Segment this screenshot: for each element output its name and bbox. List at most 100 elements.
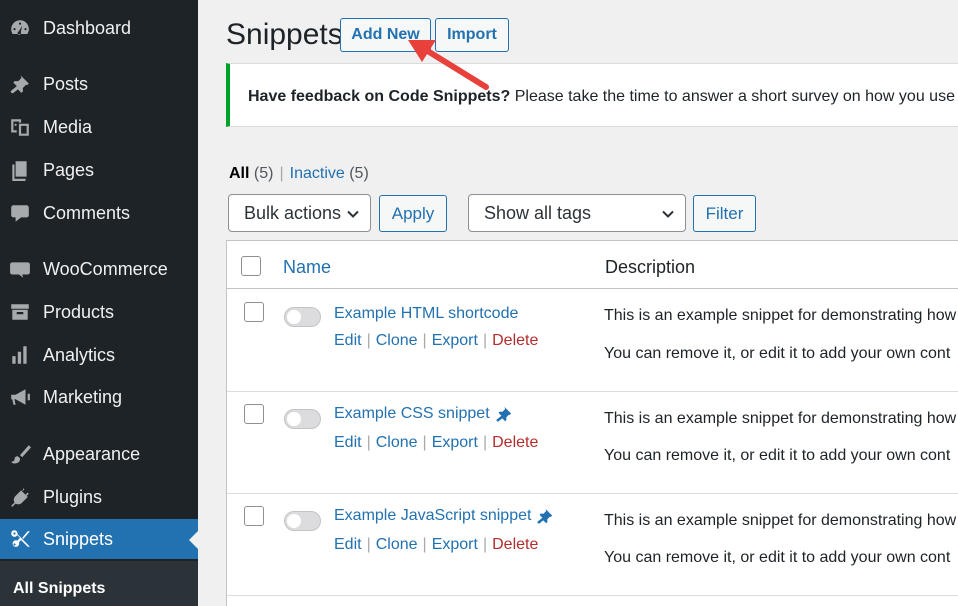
scissors-icon — [8, 527, 32, 551]
snippet-name-link[interactable]: Example CSS snippet — [334, 405, 513, 423]
description-line-1: This is an example snippet for demonstra… — [604, 307, 957, 324]
row-actions: Edit | Clone | Export | Delete — [334, 536, 538, 554]
select-all-checkbox[interactable] — [241, 256, 261, 276]
activate-toggle[interactable] — [284, 511, 321, 531]
sidebar-item-label: Products — [43, 301, 115, 322]
admin-sidebar: Dashboard Posts Media Pages Comments Woo… — [0, 0, 198, 606]
description-line-1: This is an example snippet for demonstra… — [604, 410, 957, 427]
view-all-link[interactable]: All — [229, 165, 249, 182]
table-row: Example JavaScript snippet Edit | Clone | Ex… — [227, 493, 958, 596]
tags-select[interactable]: Show all tags — [468, 194, 686, 232]
sidebar-item-label: Comments — [43, 202, 131, 223]
action-separator: | — [482, 332, 488, 349]
sidebar-item-label: Plugins — [43, 486, 103, 507]
sidebar-item-appearance[interactable]: Appearance — [0, 434, 198, 474]
edit-link[interactable]: Edit — [334, 434, 362, 451]
delete-link[interactable]: Delete — [492, 536, 538, 553]
media-icon — [8, 115, 32, 139]
sidebar-item-label: Marketing — [43, 386, 123, 407]
action-separator: | — [366, 332, 371, 349]
pin-icon — [8, 72, 32, 96]
action-separator: | — [482, 434, 488, 451]
woo-icon — [8, 257, 32, 281]
edit-link[interactable]: Edit — [334, 536, 362, 553]
view-all-count: (5) — [253, 165, 274, 182]
export-link[interactable]: Export — [432, 536, 478, 553]
brush-icon — [8, 442, 32, 466]
sidebar-item-snippets[interactable]: Snippets — [0, 519, 198, 559]
sidebar-item-label: Dashboard — [43, 17, 132, 38]
sidebar-item-media[interactable]: Media — [0, 107, 198, 147]
chevron-down-icon — [662, 210, 674, 218]
delete-link[interactable]: Delete — [492, 332, 538, 349]
submenu-item-all-snippets[interactable]: All Snippets — [13, 580, 105, 598]
table-row: Example CSS snippet Edit | Clone | Export | De… — [227, 391, 958, 494]
feedback-notice: Have feedback on Code Snippets? Please t… — [226, 63, 958, 127]
edit-link[interactable]: Edit — [334, 332, 362, 349]
action-separator: | — [366, 536, 371, 553]
sidebar-item-plugins[interactable]: Plugins — [0, 477, 198, 517]
notice-text: Please take the time to answer a short s… — [510, 88, 958, 105]
export-link[interactable]: Export — [432, 332, 478, 349]
filter-button[interactable]: Filter — [693, 195, 756, 232]
action-separator: | — [366, 434, 371, 451]
pages-icon — [8, 158, 32, 182]
snippet-name-link[interactable]: Example HTML shortcode — [334, 305, 518, 323]
status-views: All (5) | Inactive (5) — [229, 165, 369, 183]
sidebar-item-label: WooCommerce — [43, 258, 168, 279]
clone-link[interactable]: Clone — [376, 434, 418, 451]
action-separator: | — [422, 434, 427, 451]
apply-button[interactable]: Apply — [379, 195, 447, 232]
sidebar-item-label: Posts — [43, 73, 89, 94]
table-row: Example HTML shortcode Edit | Clone | Export… — [227, 289, 958, 392]
bulk-actions-select[interactable]: Bulk actions — [228, 194, 371, 232]
page-title: Snippets — [226, 18, 343, 51]
row-checkbox[interactable] — [244, 506, 264, 526]
table-header: Name Description — [227, 241, 958, 289]
description-line-2: You can remove it, or edit it to add you… — [604, 345, 951, 362]
activate-toggle[interactable] — [284, 409, 321, 429]
sidebar-item-products[interactable]: Products — [0, 292, 198, 332]
row-actions: Edit | Clone | Export | Delete — [334, 332, 538, 350]
annotation-arrow-icon — [408, 40, 489, 90]
pin-icon — [537, 508, 553, 524]
sidebar-item-posts[interactable]: Posts — [0, 64, 198, 104]
sidebar-item-label: Snippets — [43, 528, 114, 549]
sidebar-item-marketing[interactable]: Marketing — [0, 377, 198, 417]
description-line-2: You can remove it, or edit it to add you… — [604, 549, 951, 566]
view-inactive-link[interactable]: Inactive — [290, 165, 345, 182]
column-description-header: Description — [605, 257, 696, 277]
tags-select-value: Show all tags — [484, 202, 592, 223]
action-separator: | — [422, 332, 427, 349]
sidebar-item-woocommerce[interactable]: WooCommerce — [0, 249, 198, 289]
sidebar-item-label: Media — [43, 116, 93, 137]
column-name-header[interactable]: Name — [283, 257, 331, 278]
chevron-down-icon — [347, 210, 359, 218]
sidebar-item-label: Analytics — [43, 344, 116, 365]
sidebar-item-comments[interactable]: Comments — [0, 193, 198, 233]
snippet-name: Example HTML shortcode — [334, 305, 519, 322]
clone-link[interactable]: Clone — [376, 536, 418, 553]
snippets-table: Name Description Example HTML shortcode … — [226, 240, 958, 606]
view-separator: | — [279, 165, 284, 182]
megaphone-icon — [8, 385, 32, 409]
snippet-name: Example JavaScript snippet — [334, 507, 532, 524]
sidebar-item-dashboard[interactable]: Dashboard — [0, 8, 198, 48]
clone-link[interactable]: Clone — [376, 332, 418, 349]
activate-toggle[interactable] — [284, 307, 321, 327]
sidebar-item-label: Appearance — [43, 443, 141, 464]
delete-link[interactable]: Delete — [492, 434, 538, 451]
export-link[interactable]: Export — [432, 434, 478, 451]
snippet-name-link[interactable]: Example JavaScript snippet — [334, 507, 554, 525]
sidebar-item-analytics[interactable]: Analytics — [0, 335, 198, 375]
action-separator: | — [422, 536, 427, 553]
archive-icon — [8, 300, 32, 324]
description-line-1: This is an example snippet for demonstra… — [604, 512, 957, 529]
row-checkbox[interactable] — [244, 404, 264, 424]
snippets-submenu: All Snippets — [0, 561, 198, 606]
sidebar-item-pages[interactable]: Pages — [0, 150, 198, 190]
action-separator: | — [482, 536, 488, 553]
row-checkbox[interactable] — [244, 302, 264, 322]
sidebar-item-label: Pages — [43, 159, 95, 180]
row-actions: Edit | Clone | Export | Delete — [334, 434, 538, 452]
